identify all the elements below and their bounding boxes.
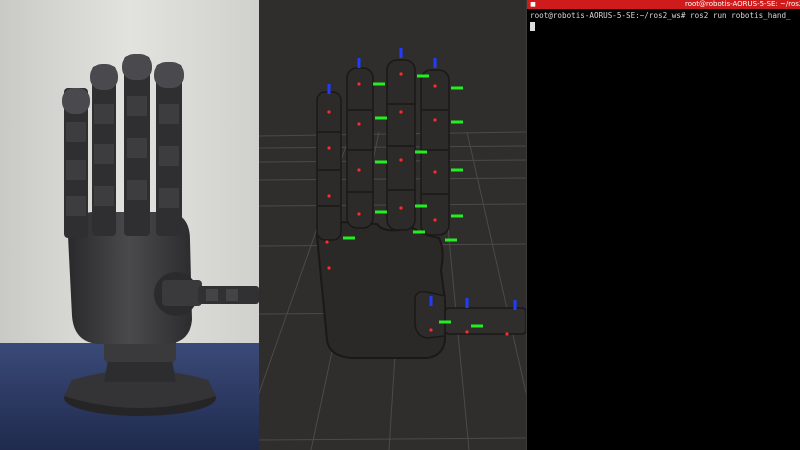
- terminal-window[interactable]: ■ root@robotis-AORUS-5-SE: ~/ros2_w root…: [526, 0, 800, 450]
- robot-finger-index: [62, 88, 90, 238]
- terminal-icon: ■: [530, 1, 536, 8]
- robot-finger-ring: [122, 54, 152, 236]
- terminal-title: root@robotis-AORUS-5-SE: ~/ros2_w: [685, 0, 800, 8]
- rviz-3d-viewport[interactable]: [259, 0, 526, 450]
- terminal-titlebar[interactable]: ■ root@robotis-AORUS-5-SE: ~/ros2_w: [527, 0, 800, 9]
- prompt-path: :~/ros2_ws#: [635, 11, 686, 20]
- terminal-command-line: root@robotis-AORUS-5-SE:~/ros2_ws# ros2 …: [530, 11, 798, 21]
- terminal-command: ros2 run robotis_hand_: [690, 11, 791, 20]
- terminal-output[interactable]: root@robotis-AORUS-5-SE:~/ros2_ws# ros2 …: [527, 9, 800, 31]
- screen: ■ root@robotis-AORUS-5-SE: ~/ros2_w root…: [0, 0, 800, 450]
- terminal-cursor: [530, 22, 535, 31]
- camera-photo-panel: [0, 0, 259, 450]
- prompt-user-host: root@robotis-AORUS-5-SE: [530, 11, 636, 20]
- hand-model-thumb: [444, 307, 526, 335]
- robot-finger-middle: [90, 64, 118, 236]
- robot-finger-little: [154, 62, 184, 236]
